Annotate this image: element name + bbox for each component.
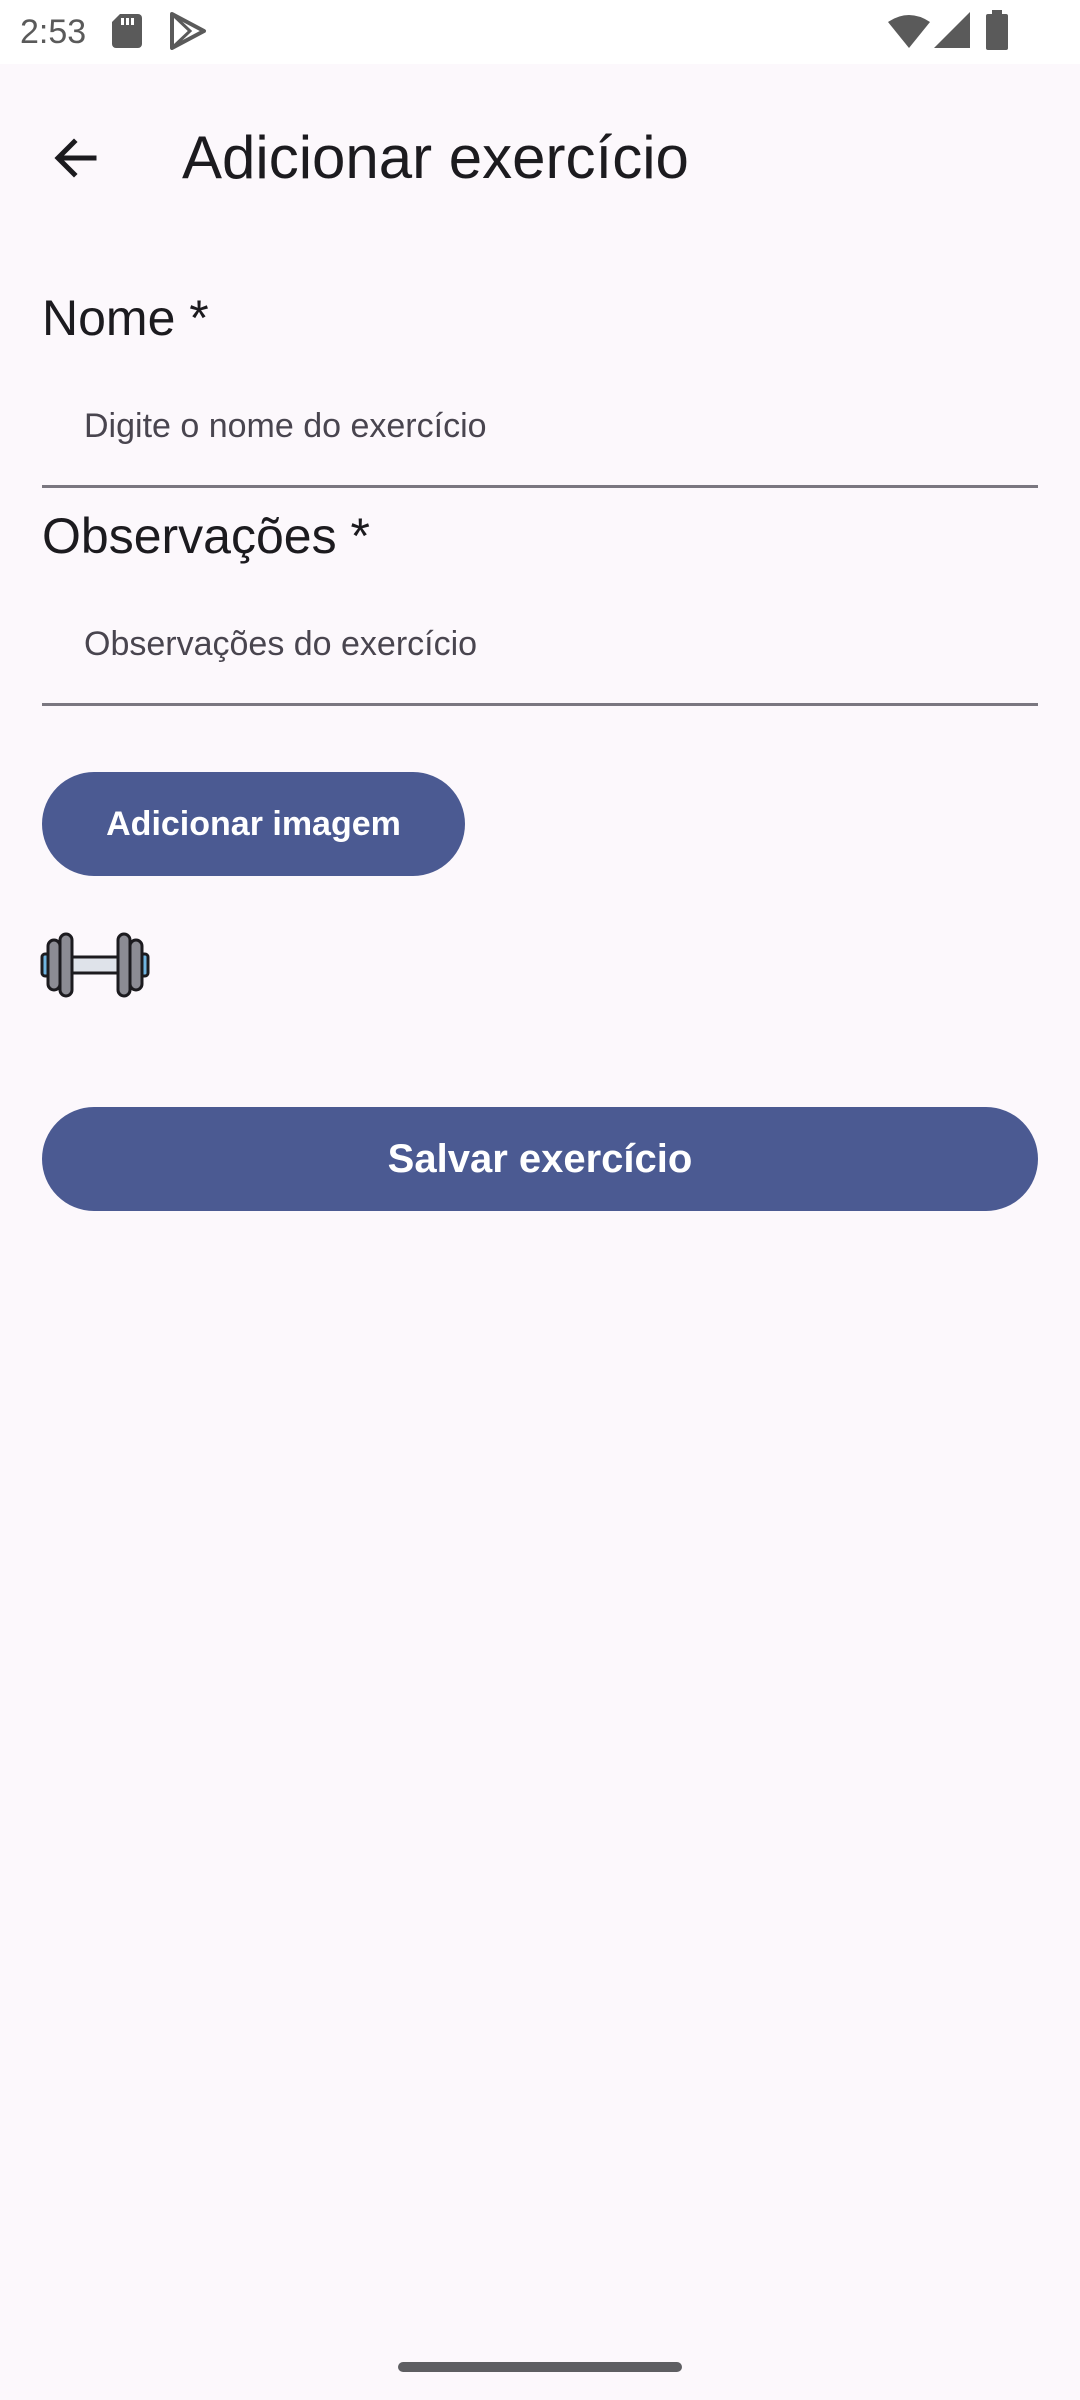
dumbbell-icon bbox=[40, 930, 150, 1000]
name-input[interactable] bbox=[42, 368, 1038, 488]
signal-icon bbox=[934, 12, 970, 53]
status-bar: 2:53 bbox=[0, 0, 1080, 64]
app-bar: Adicionar exercício bbox=[0, 64, 1080, 244]
notes-input[interactable] bbox=[42, 586, 1038, 706]
screen: 2:53 Adicionar exercício Nome * Digite o… bbox=[0, 0, 1080, 2400]
battery-icon bbox=[986, 10, 1008, 55]
add-image-button[interactable]: Adicionar imagem bbox=[42, 772, 465, 876]
sd-card-icon bbox=[112, 14, 142, 53]
back-button[interactable] bbox=[36, 120, 116, 200]
wifi-icon bbox=[888, 14, 930, 53]
save-exercise-button[interactable]: Salvar exercício bbox=[42, 1107, 1038, 1211]
arrow-back-icon bbox=[52, 134, 100, 187]
page-title: Adicionar exercício bbox=[182, 124, 689, 191]
status-time: 2:53 bbox=[20, 13, 87, 51]
name-label: Nome * bbox=[42, 290, 209, 346]
play-store-icon bbox=[168, 12, 208, 55]
gesture-handle[interactable] bbox=[398, 2362, 682, 2372]
notes-label: Observações * bbox=[42, 508, 370, 564]
save-exercise-button-label: Salvar exercício bbox=[387, 1136, 693, 1181]
add-image-button-label: Adicionar imagem bbox=[106, 804, 401, 843]
